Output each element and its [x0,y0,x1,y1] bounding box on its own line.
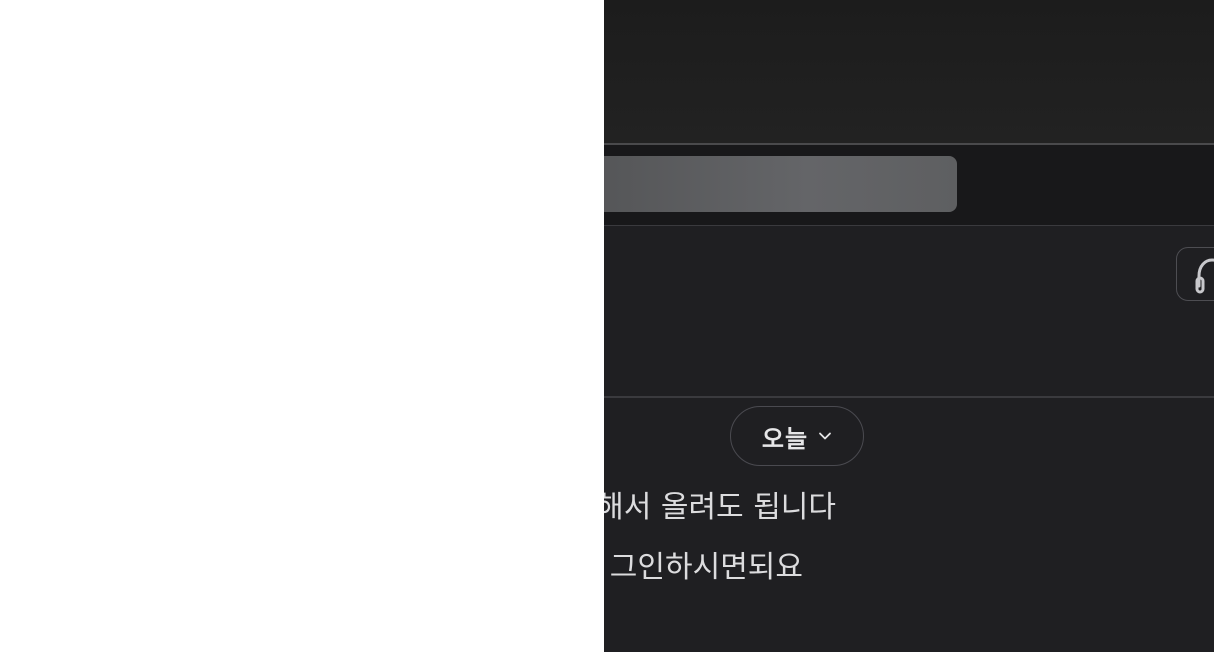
chat-message: 해서 올려도 됩니다 [596,490,836,525]
info-row [604,226,1214,396]
headset-icon [1195,258,1214,294]
screen: 오늘 해서 올려도 됩니다 그인하시면되요 [0,0,1214,652]
search-row [604,145,1214,225]
chat-message: 그인하시면되요 [609,550,803,585]
date-filter-button[interactable]: 오늘 [730,406,864,466]
top-header [604,0,1214,143]
search-bar[interactable] [604,156,957,212]
date-filter-label: 오늘 [761,424,809,453]
divider [604,396,1214,398]
headset-button[interactable] [1176,247,1214,301]
blank-left-pane [0,0,604,652]
chevron-down-icon [819,432,831,440]
